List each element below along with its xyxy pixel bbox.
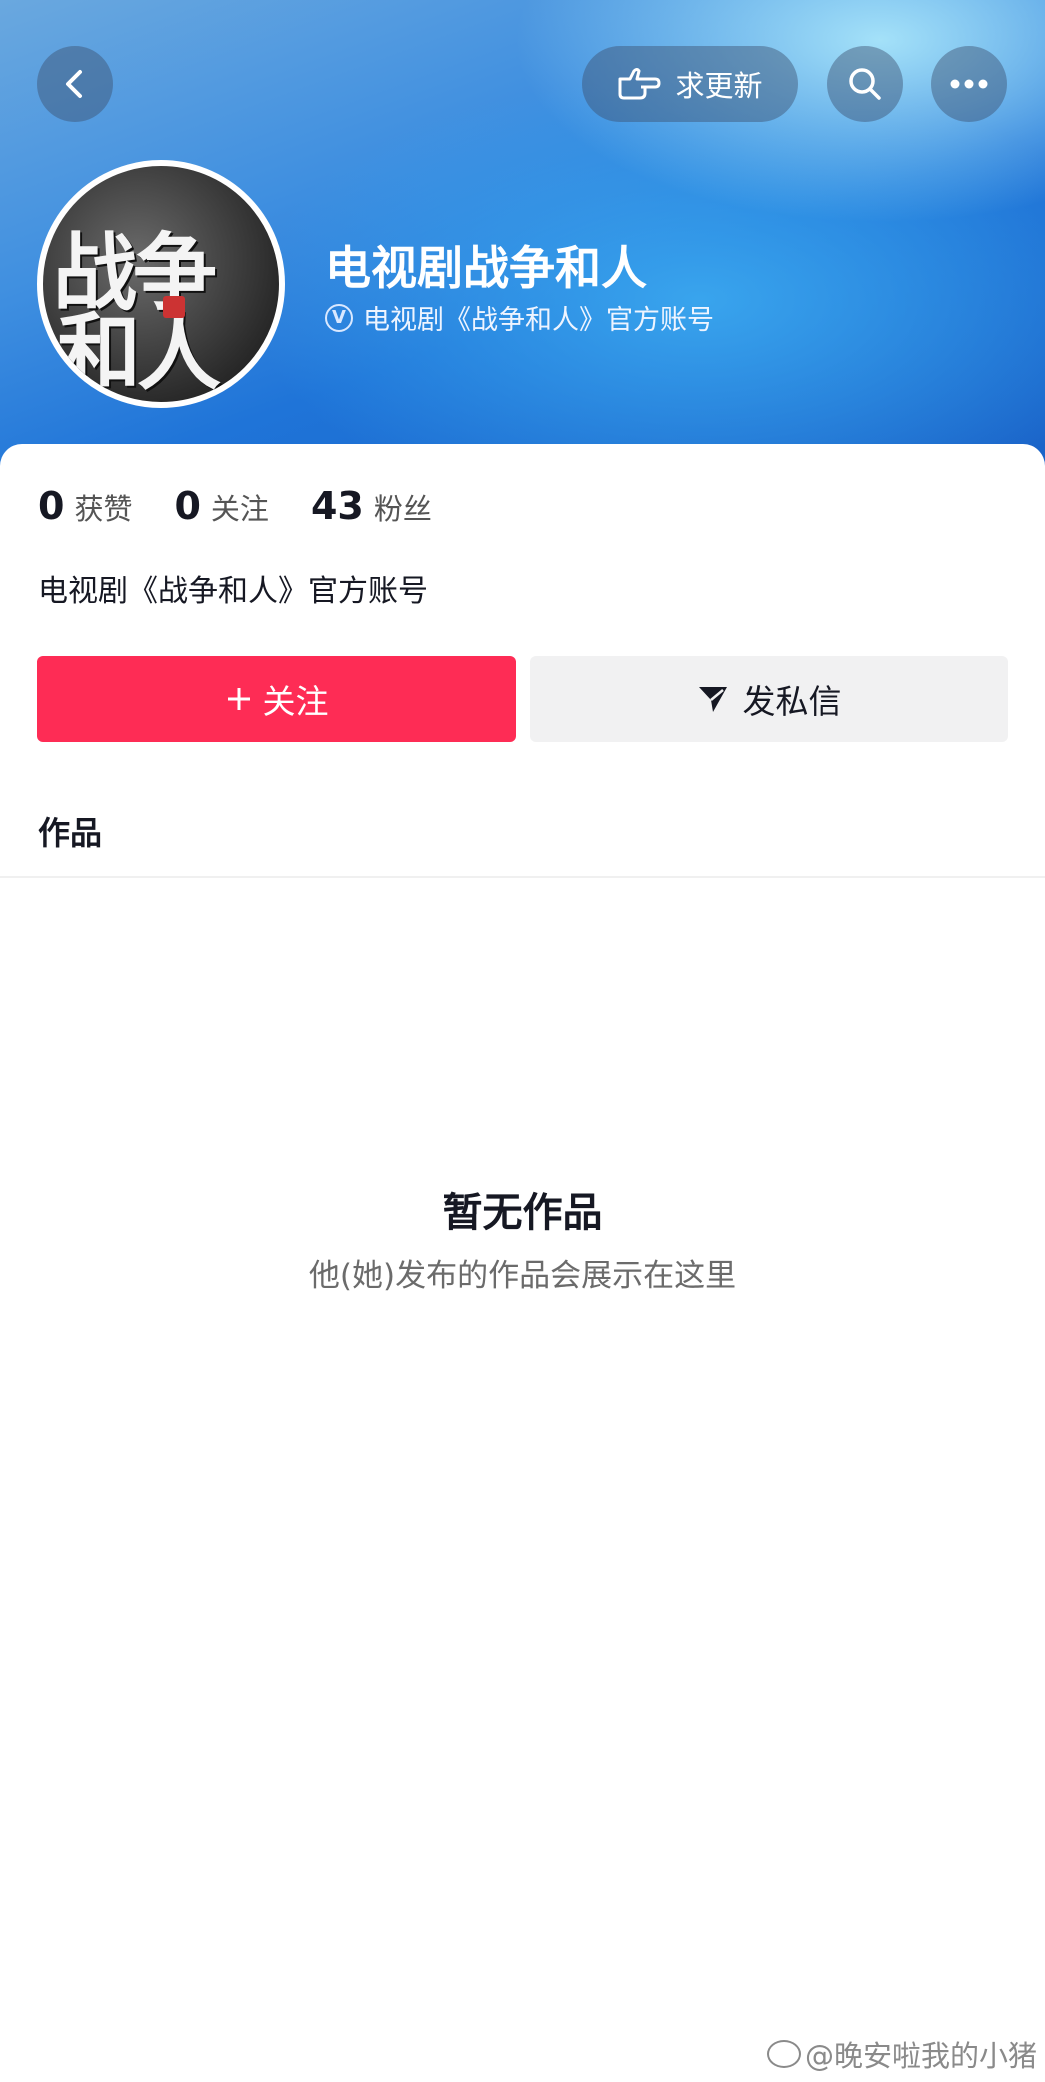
watermark: @晚安啦我的小猪	[766, 2033, 1037, 2075]
search-button[interactable]	[827, 46, 903, 122]
follow-label: 关注	[262, 682, 329, 721]
stat-following-label: 关注	[210, 492, 269, 526]
follow-button[interactable]: 关注	[37, 656, 516, 742]
tab-works[interactable]: 作品	[38, 808, 102, 854]
verified-text: 电视剧《战争和人》官方账号	[363, 305, 714, 336]
verified-badge-icon: V	[325, 303, 353, 332]
request-update-button[interactable]: 求更新	[582, 46, 798, 122]
search-icon	[849, 68, 881, 100]
stat-likes[interactable]: 0 获赞	[38, 484, 132, 528]
stat-following-value: 0	[174, 484, 201, 528]
stat-following[interactable]: 0 关注	[174, 484, 268, 528]
verified-badge-letter: V	[332, 307, 346, 328]
stat-likes-value: 0	[38, 484, 65, 528]
profile-name: 电视剧战争和人	[325, 241, 647, 295]
chevron-left-icon	[66, 70, 82, 98]
request-update-label: 求更新	[675, 69, 763, 103]
stat-followers-label: 粉丝	[373, 492, 432, 526]
empty-state-subtitle: 他(她)发布的作品会展示在这里	[308, 1258, 737, 1294]
pointing-hand-icon	[618, 68, 661, 100]
profile-header: 求更新 战争 和人 电视剧战争和人 V 电视剧《战争和人》官方账号	[0, 0, 1045, 470]
more-dots-icon	[950, 79, 988, 89]
tab-divider	[0, 876, 1045, 878]
empty-state-title: 暂无作品	[442, 1190, 603, 1236]
send-message-button[interactable]: 发私信	[530, 656, 1008, 742]
avatar[interactable]: 战争 和人	[37, 160, 285, 408]
bio-text: 电视剧《战争和人》官方账号	[38, 574, 428, 609]
avatar-text-line-2: 和人	[57, 303, 221, 402]
stat-followers-value: 43	[310, 484, 364, 528]
stats-row: 0 获赞 0 关注 43 粉丝	[38, 484, 474, 528]
weibo-logo-icon	[766, 2040, 801, 2068]
plus-icon	[227, 688, 250, 710]
watermark-text: @晚安啦我的小猪	[804, 2039, 1037, 2073]
send-plane-icon	[698, 687, 727, 712]
back-button[interactable]	[37, 46, 113, 122]
stat-likes-label: 获赞	[74, 492, 133, 526]
more-button[interactable]	[931, 46, 1007, 122]
send-message-label: 发私信	[742, 682, 842, 721]
stat-followers[interactable]: 43 粉丝	[311, 484, 432, 528]
avatar-seal	[163, 296, 185, 318]
verified-row: V 电视剧《战争和人》官方账号	[325, 298, 714, 337]
